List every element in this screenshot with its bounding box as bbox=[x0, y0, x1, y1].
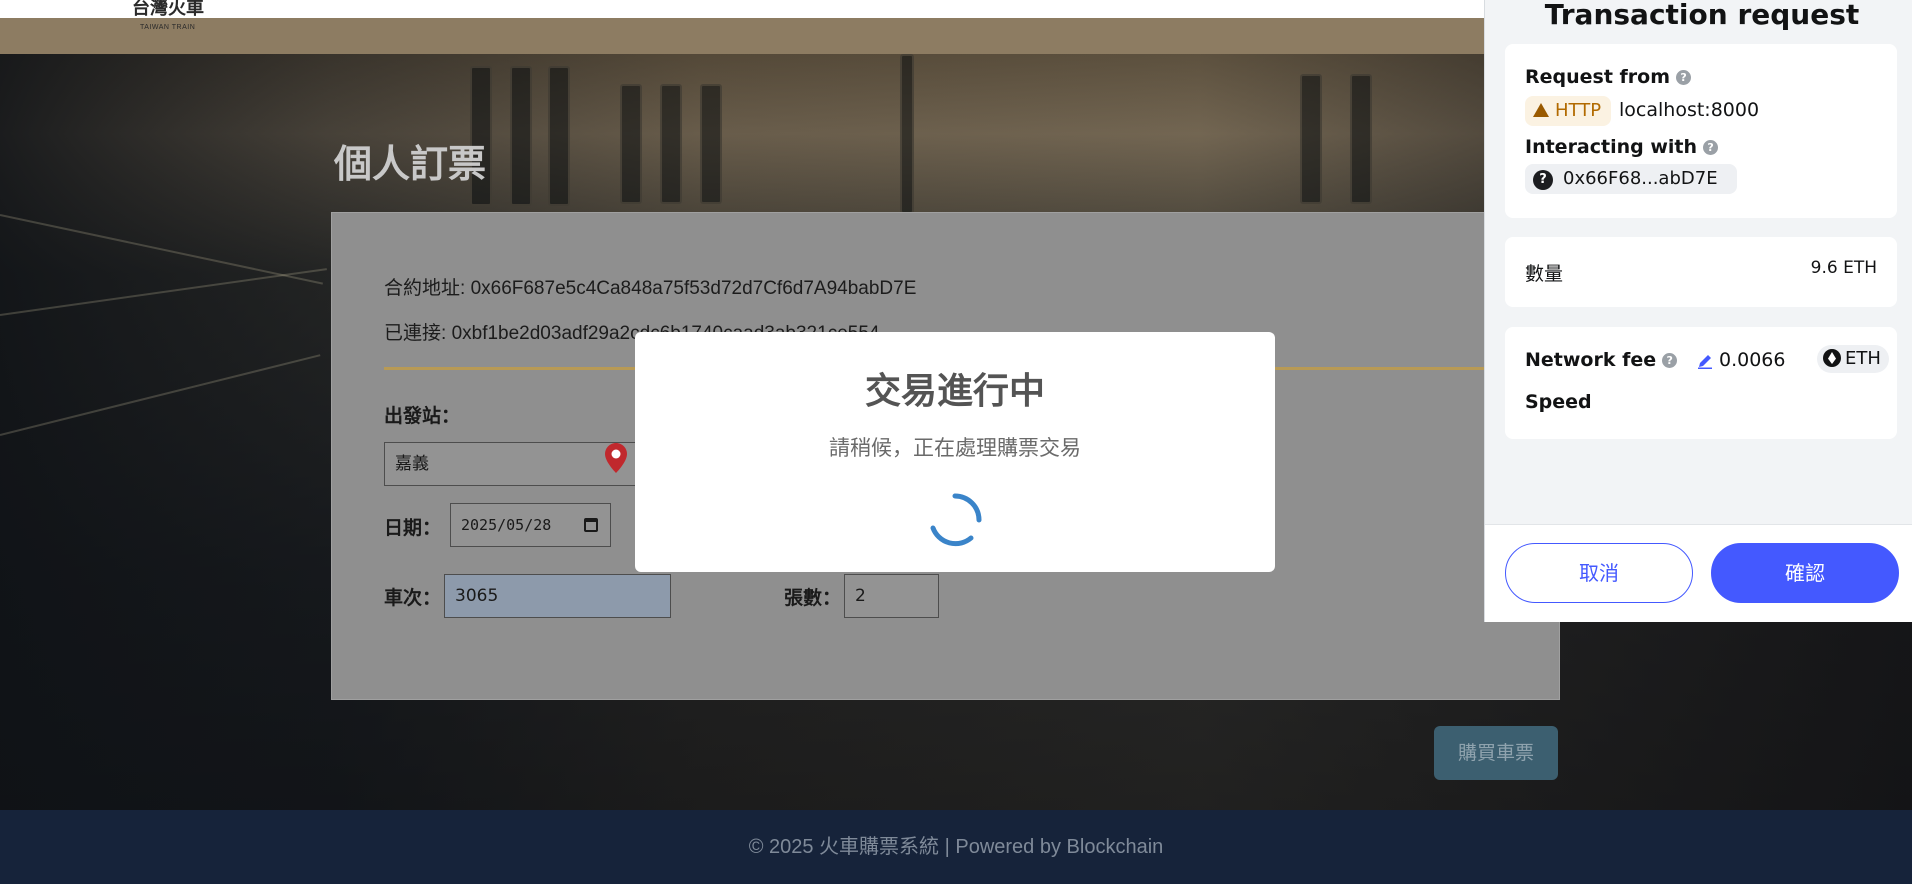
request-details-box: Request from? HTTP localhost:8000 Intera… bbox=[1505, 44, 1897, 218]
modal-message: 請稍候，正在處理購票交易 bbox=[829, 436, 1081, 460]
decor-window bbox=[548, 66, 570, 206]
fee-currency: ETH bbox=[1845, 348, 1881, 369]
decor-line bbox=[0, 268, 327, 316]
edit-fee-icon[interactable] bbox=[1697, 353, 1713, 369]
footer-text: © 2025 火車購票系統 | Powered by Blockchain bbox=[748, 836, 1164, 858]
processing-modal: 交易進行中 請稍候，正在處理購票交易 bbox=[635, 332, 1275, 572]
connected-account-label: 已連接: bbox=[384, 323, 447, 344]
eth-icon bbox=[1823, 349, 1841, 367]
decor-window bbox=[510, 66, 532, 206]
network-fee-label: Network fee? bbox=[1525, 349, 1678, 371]
date-value: 2025/05/28 bbox=[461, 516, 552, 534]
decor-window bbox=[1300, 74, 1322, 204]
buy-ticket-button[interactable]: 購買車票 bbox=[1434, 726, 1558, 780]
interacting-with-label: Interacting with? bbox=[1525, 136, 1719, 158]
decor-window bbox=[660, 84, 682, 204]
footer: © 2025 火車購票系統 | Powered by Blockchain bbox=[0, 810, 1912, 884]
network-fee-value: 0.0066 bbox=[1719, 349, 1786, 371]
contract-address-label: 合約地址: bbox=[384, 278, 466, 299]
logo-text: 台灣火車 bbox=[132, 0, 204, 19]
wallet-title: Transaction request bbox=[1544, 0, 1860, 31]
help-icon[interactable]: ? bbox=[1662, 353, 1678, 368]
warning-icon bbox=[1533, 103, 1549, 117]
request-from-text: Request from bbox=[1525, 66, 1671, 88]
confirm-button[interactable]: 確認 bbox=[1711, 543, 1899, 603]
network-fee-box: Network fee? 0.0066 ETH Speed bbox=[1505, 327, 1897, 439]
http-badge-text: HTTP bbox=[1555, 100, 1602, 121]
decor-window bbox=[700, 84, 722, 204]
unknown-contract-icon: ? bbox=[1533, 170, 1553, 190]
departure-label: 出發站： bbox=[384, 405, 461, 427]
wallet-popup: Transaction request Request from? HTTP l… bbox=[1484, 0, 1912, 622]
contract-address-pill[interactable]: ? 0x66F68...abD7E bbox=[1525, 164, 1737, 194]
logo-subtext: TAIWAN TRAIN bbox=[140, 24, 196, 31]
fee-currency-chip: ETH bbox=[1817, 345, 1889, 373]
contract-address-line: 合約地址: 0x66F687e5c4Ca848a75f53d72d7Cf6d7A… bbox=[384, 273, 916, 300]
cancel-button[interactable]: 取消 bbox=[1505, 543, 1693, 603]
interacting-with-text: Interacting with bbox=[1525, 136, 1698, 158]
help-icon[interactable]: ? bbox=[1703, 140, 1719, 155]
date-input[interactable]: 2025/05/28 bbox=[450, 503, 611, 547]
amount-box: 數量 9.6 ETH bbox=[1505, 237, 1897, 307]
http-warning-badge: HTTP bbox=[1525, 96, 1611, 126]
contract-address-value: 0x66F687e5c4Ca848a75f53d72d7Cf6d7A94babD… bbox=[470, 278, 917, 299]
request-origin: localhost:8000 bbox=[1619, 99, 1760, 121]
date-label: 日期： bbox=[384, 517, 442, 539]
contract-short-address: 0x66F68...abD7E bbox=[1563, 168, 1718, 189]
amount-label: 數量 bbox=[1525, 263, 1564, 285]
decor-window bbox=[1350, 74, 1372, 204]
decor-pole bbox=[900, 54, 914, 214]
network-fee-text: Network fee bbox=[1525, 349, 1657, 371]
ticket-count-label: 張數： bbox=[784, 587, 842, 609]
decor-line bbox=[0, 214, 323, 285]
location-pin-icon[interactable] bbox=[605, 443, 627, 473]
request-from-label: Request from? bbox=[1525, 66, 1692, 88]
train-number-input[interactable]: 3065 bbox=[444, 574, 671, 618]
help-icon[interactable]: ? bbox=[1676, 70, 1692, 85]
modal-title: 交易進行中 bbox=[864, 371, 1045, 412]
ticket-count-input[interactable]: 2 bbox=[844, 574, 939, 618]
loading-spinner-icon bbox=[930, 493, 982, 547]
decor-line bbox=[0, 354, 321, 436]
site-logo[interactable]: 台灣火車 TAIWAN TRAIN bbox=[128, 0, 218, 34]
speed-label: Speed bbox=[1525, 391, 1592, 413]
decor-window bbox=[620, 84, 642, 204]
calendar-icon[interactable] bbox=[584, 518, 598, 532]
page-title: 個人訂票 bbox=[334, 142, 487, 186]
amount-value: 9.6 ETH bbox=[1810, 258, 1877, 278]
train-number-label: 車次： bbox=[384, 587, 442, 609]
